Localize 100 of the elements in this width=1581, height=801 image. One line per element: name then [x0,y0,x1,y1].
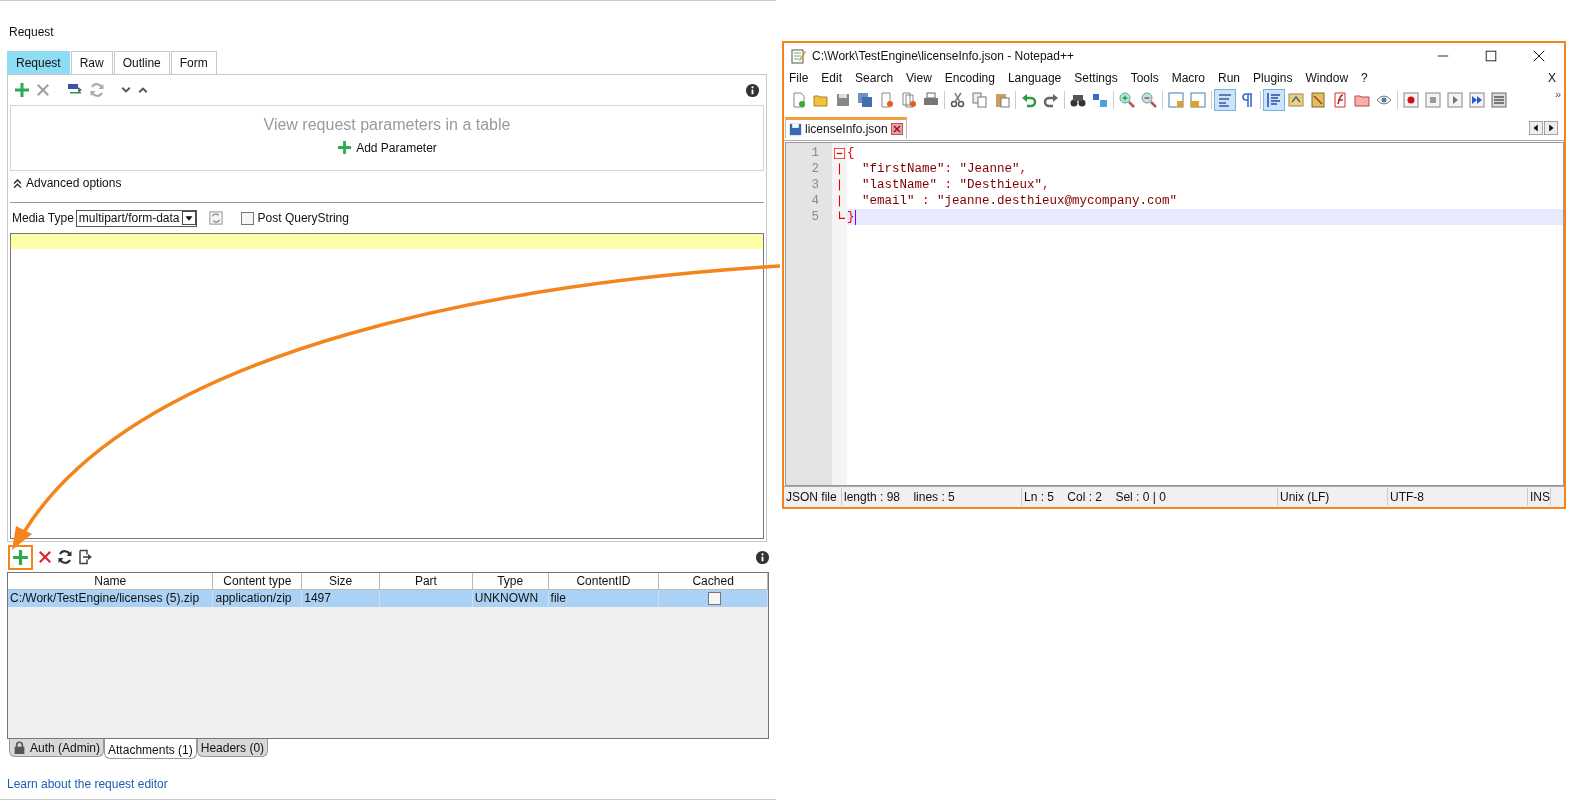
table-cell: file [548,590,660,607]
encode-icon[interactable] [208,211,223,225]
menu-item[interactable]: Edit [821,71,843,85]
menu-item[interactable]: File [789,71,809,85]
menu-item[interactable]: Window [1305,71,1349,85]
fold-icon[interactable] [834,147,845,159]
tab[interactable]: Headers (0) [196,739,269,757]
eye-icon[interactable] [1376,92,1392,108]
paste-icon[interactable] [994,92,1010,108]
help-link[interactable]: Learn about the request editor [7,777,168,791]
copy-icon[interactable] [972,92,988,108]
new-file-icon[interactable] [791,92,807,108]
status-text: Ln : 5 Col : 2 Sel : 0 | 0 [1022,488,1278,506]
checkbox[interactable] [707,592,721,605]
table-cell: C:/Work/TestEngine/licenses (5).zip [8,590,214,607]
info-icon[interactable] [745,82,760,98]
save-all-icon[interactable] [857,92,873,108]
status-text: length : 98 lines : 5 [842,488,1022,506]
delete-icon[interactable] [37,549,53,565]
tab[interactable]: Request [7,51,70,74]
menu-item[interactable]: ? [1361,71,1368,85]
close-icon[interactable] [890,123,903,135]
tab[interactable]: Auth (Admin) [9,739,105,757]
info-icon[interactable] [755,549,770,565]
folder-icon[interactable] [1354,92,1370,108]
add-icon[interactable] [14,82,30,98]
save-icon [789,122,802,136]
collapse-icon [12,177,23,189]
add-icon [337,140,353,155]
delete-icon[interactable] [35,82,51,98]
pilcrow-icon[interactable] [1239,92,1255,108]
close-icon[interactable] [1532,48,1546,63]
refresh-icon[interactable] [57,549,73,565]
checkbox-label: Post QueryString [257,211,349,225]
notepad-icon [790,47,806,64]
menu-item[interactable]: Encoding [944,71,995,85]
code-line: "firstName": "Jeanne", [861,161,1029,177]
menu-item[interactable]: Macro [1171,71,1205,85]
close-file-icon[interactable] [879,92,895,108]
add-icon [12,548,29,566]
add-parameter-button[interactable]: Add Parameter [337,140,437,155]
advanced-options-toggle[interactable]: Advanced options [8,176,126,190]
menu-item[interactable]: Tools [1130,71,1159,85]
close-all-icon[interactable] [901,92,917,108]
word-wrap-icon[interactable] [1217,92,1233,108]
scroll-left-icon[interactable] [1529,121,1543,135]
field-label: Media Type [12,211,74,225]
code-line: "email" : "jeanne.desthieux@mycompany.com" [861,193,1179,209]
zoom-out-icon[interactable] [1141,92,1157,108]
line-number: 2 [810,161,820,177]
menu-item[interactable]: Plugins [1253,71,1293,85]
menu-item[interactable]: Language [1007,71,1062,85]
tab[interactable]: Outline [113,51,170,74]
code-line: { [847,145,856,161]
cut-icon[interactable] [950,92,966,108]
status-text: UTF-8 [1388,488,1528,506]
window-title: C:\Work\TestEngine\licenseInfo.json - Notepad++ [812,48,1074,63]
line-number: 1 [810,145,820,161]
tab[interactable]: Attachments (1) [104,739,197,759]
menu-item[interactable]: Settings [1074,71,1118,85]
record-icon[interactable] [1403,92,1419,108]
menu-item[interactable]: Run [1218,71,1241,85]
file-tab[interactable]: licenseInfo.json [785,117,907,139]
indent-guide-icon[interactable] [1266,92,1282,108]
table-cell: UNKNOWN [472,590,549,607]
redo-icon[interactable] [1043,92,1059,108]
binoculars-icon[interactable] [1070,92,1086,108]
menu-item[interactable]: View [906,71,932,85]
table-cell: application/zip [213,590,303,607]
undo-icon[interactable] [1021,92,1037,108]
tab[interactable]: Raw [70,51,113,74]
line-number: 4 [810,193,820,209]
save-icon[interactable] [835,92,851,108]
export-icon[interactable] [77,549,93,565]
open-folder-icon[interactable] [813,92,829,108]
tab[interactable]: Form [170,51,217,74]
toolbar-overflow-button[interactable]: » [1554,88,1561,100]
media-type-dropdown[interactable]: multipart/form-data [75,209,197,227]
status-text: JSON file [784,488,842,506]
maximize-icon[interactable] [1484,48,1498,63]
play-icon[interactable] [1447,92,1463,108]
table-row[interactable]: C:/Work/TestEngine/licenses (5).zip application/zip 1497 UNKNOWN file [8,590,768,607]
stop-icon[interactable] [1425,92,1441,108]
scroll-right-icon[interactable] [1544,121,1558,135]
zoom-in-icon[interactable] [1119,92,1135,108]
menu-item[interactable]: Search [855,71,894,85]
function-list-icon[interactable] [1332,92,1348,108]
checkbox[interactable] [240,211,254,225]
fast-forward-icon[interactable] [1469,92,1485,108]
table-cell: 1497 [302,590,380,607]
lock-icon [13,741,26,754]
hint-text: View request parameters in a table [263,116,511,134]
status-text: Unix (LF) [1278,488,1388,506]
add-attachment-button[interactable] [8,544,33,570]
close-document-button[interactable]: X [1548,71,1556,85]
line-number: 3 [810,177,820,193]
line-number: 5 [810,209,820,225]
code-line: "lastName" : "Desthieux", [861,177,1051,193]
status-text: INS [1528,488,1551,506]
print-icon[interactable] [923,92,939,108]
